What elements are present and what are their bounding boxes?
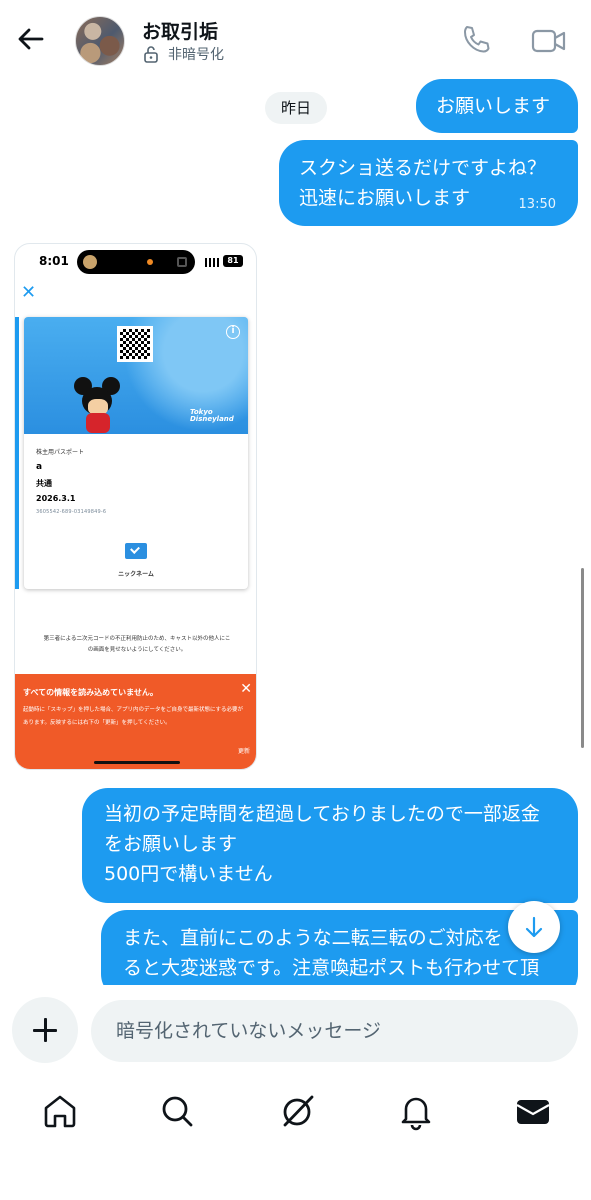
phone-icon[interactable]	[458, 22, 494, 58]
date-divider: 昨日	[265, 92, 328, 124]
message-text: をお願いします	[104, 833, 238, 855]
close-icon: ✕	[240, 681, 252, 697]
qr-code	[117, 326, 153, 362]
ticket-date: 2026.3.1	[36, 494, 76, 503]
video-camera-icon[interactable]	[530, 24, 568, 58]
chat-header: お取引垢 非暗号化	[0, 0, 591, 82]
messages-icon[interactable]	[513, 1091, 553, 1131]
screen-icon	[177, 257, 187, 267]
battery-icon: 81	[223, 255, 243, 267]
ticket-holder: a	[36, 462, 43, 472]
ticket-hero: i Tokyo Disneyland	[24, 317, 248, 434]
arrow-left-icon[interactable]	[14, 22, 48, 56]
plus-icon-bar	[33, 1029, 57, 1032]
avatar[interactable]	[75, 16, 125, 66]
encryption-status: 非暗号化	[142, 44, 224, 64]
ticket-card: i Tokyo Disneyland 株主用パスポート a 共通 2026.3.1…	[24, 317, 248, 589]
message-timestamp: 13:50	[518, 197, 556, 212]
banner-title: すべての情報を読み込めていません。	[23, 688, 158, 697]
banner-update-link: 更新	[237, 748, 250, 755]
scrollbar[interactable]	[581, 568, 584, 748]
grok-icon[interactable]	[277, 1091, 317, 1131]
message-bubble[interactable]: 当初の予定時間を超過しておりましたので一部返金 をお願いします 500円で構いま…	[82, 788, 578, 903]
security-notice: 第三者による二次元コードの不正利用防止のため、キャスト以外の他人にこの画面を見せ…	[43, 636, 231, 653]
nickname-icon	[125, 543, 147, 559]
image-attachment[interactable]: 8:01 81 ✕ i Tokyo Disneyland 株主用パスポート a 共…	[14, 243, 257, 770]
message-text: 500円で構いません	[104, 863, 273, 885]
info-icon: i	[226, 325, 240, 339]
banner-body: 起動時に「スキップ」を押した場合、アプリ内のデータをご自身で最新状態にする必要が…	[23, 707, 244, 726]
adjacent-card-edge	[15, 317, 19, 589]
message-input[interactable]	[91, 1000, 578, 1062]
message-composer	[0, 985, 591, 1075]
signal-icon	[205, 258, 219, 267]
add-attachment-button[interactable]	[12, 997, 78, 1063]
message-bubble[interactable]: お願いします	[416, 79, 578, 133]
ticket-id: 3605542-689-03149849-6	[36, 509, 107, 515]
notifications-icon[interactable]	[396, 1091, 436, 1131]
message-text: スクショ送るだけですよね？	[299, 157, 547, 179]
home-indicator	[94, 761, 180, 764]
dynamic-island	[77, 250, 195, 274]
message-text: ると大変迷惑です。注意喚起ポストも行わせて頂	[123, 957, 540, 979]
close-icon: ✕	[21, 282, 37, 303]
message-text: 当初の予定時間を超過しておりましたので一部返金	[104, 803, 540, 825]
park-logo: Tokyo Disneyland	[190, 408, 234, 423]
unlock-icon	[144, 46, 158, 63]
message-text: お願いします	[436, 95, 551, 117]
encryption-label: 非暗号化	[168, 47, 224, 63]
warning-banner: すべての情報を読み込めていません。 ✕ 起動時に「スキップ」を押した場合、アプリ…	[15, 674, 256, 769]
recording-dot-icon	[147, 259, 153, 265]
status-time: 8:01	[39, 254, 69, 268]
ticket-common: 共通	[36, 479, 52, 488]
message-bubble[interactable]: スクショ送るだけですよね？ 迅速にお願いします 13:50	[279, 140, 578, 226]
message-text: また、直前にこのような二転三転のご対応を	[123, 927, 503, 949]
conversation-title[interactable]: お取引垢	[142, 17, 218, 44]
mickey-illustration	[72, 375, 124, 433]
ticket-type: 株主用パスポート	[36, 449, 85, 456]
bottom-navigation	[0, 1075, 591, 1200]
jump-to-bottom-button[interactable]	[508, 901, 560, 953]
app-thumbnail-icon	[83, 255, 97, 269]
arrow-down-icon	[525, 916, 543, 938]
home-icon[interactable]	[40, 1091, 80, 1131]
search-icon[interactable]	[157, 1091, 197, 1131]
nickname-label: ニックネーム	[118, 571, 154, 578]
